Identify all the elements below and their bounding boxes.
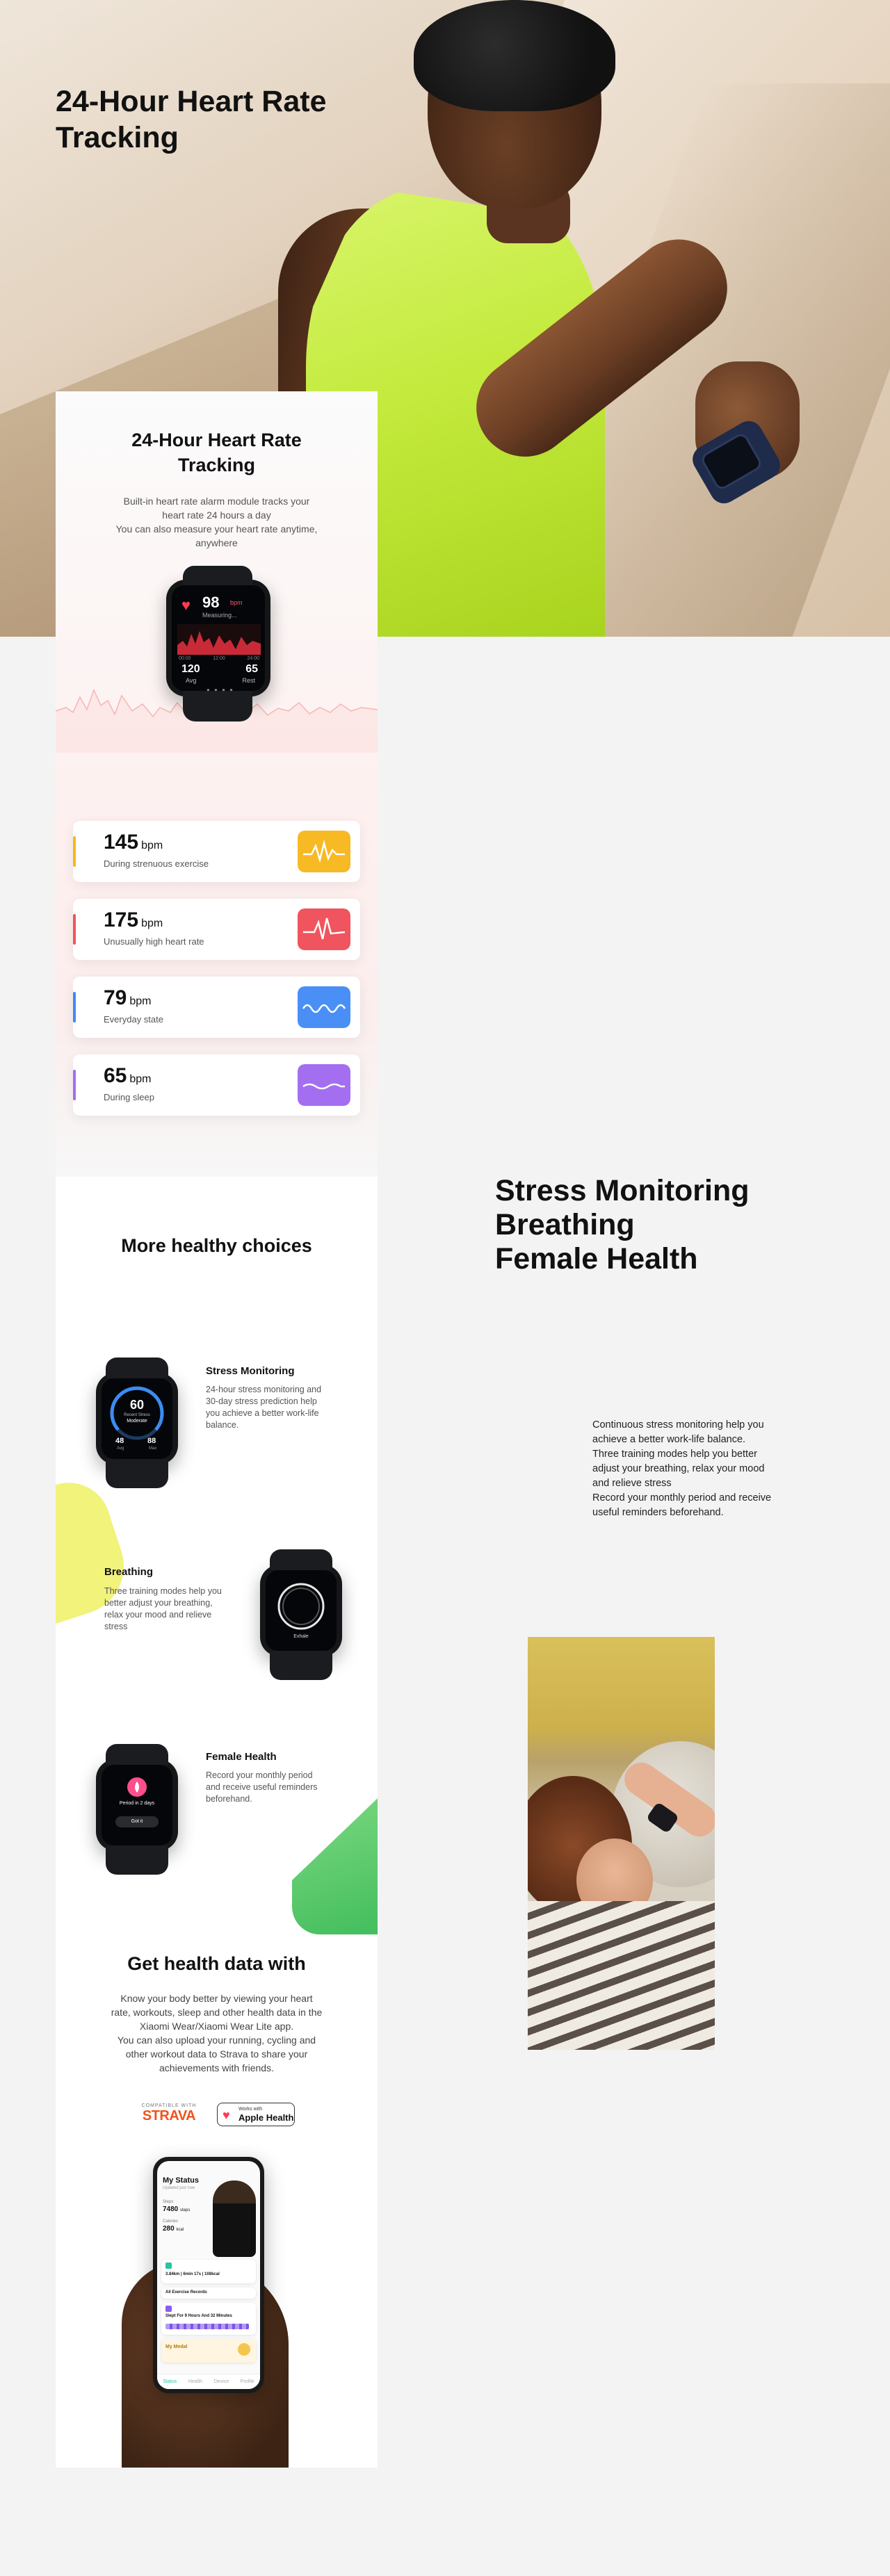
heart-rate-title: 24-Hour Heart Rate Tracking [131,430,302,475]
watch-breathing: Exhale [260,1549,342,1680]
run-icon [165,2263,172,2269]
watch-stat-labels: Avg Rest [186,677,255,684]
tab-health[interactable]: Health [188,2379,202,2384]
watch-time-axis: 00:00 12:00 24:00 [179,656,259,661]
phone-sleep-card[interactable]: Slept For 9 Hours And 32 Minutes [161,2303,256,2335]
phone-screen: My Status Updated just now Steps 7480 st… [157,2161,260,2389]
female-feature-text: Record your monthly period and receive u… [206,1770,318,1804]
watch-female-health: Period in 2 days Got it [96,1744,178,1875]
phone-records-card[interactable]: All Exercise Records [161,2288,256,2299]
watch-hr-unit: bpm [230,599,243,606]
watch-hr-graph [177,624,261,655]
right-feature-text: Continuous stress monitoring help you ac… [592,1419,772,1518]
watch-stats: 120 65 [181,663,258,675]
sleeping-woman-photo [528,1637,715,2050]
healthy-choices-title: More healthy choices [121,1235,312,1256]
phone-tab-bar: Status Health Device Profile [157,2374,260,2389]
watch-strap-bottom [183,690,252,722]
hr-row-exercise: 145 bpm During strenuous exercise [73,821,360,882]
tab-status[interactable]: Status [163,2379,177,2384]
phone-user-photo [213,2180,256,2257]
right-feature-title: Stress Monitoring Breathing Female Healt… [495,1174,750,1275]
sleep-chart [165,2324,249,2329]
watch-page-dots: ● ● ● ● [207,687,234,691]
everyday-wave-icon [298,986,350,1028]
phone-run-card[interactable]: 3.84km | 6min 17s | 108kcal [161,2260,256,2283]
high-hr-wave-icon [298,908,350,950]
health-data-title: Get health data with [127,1953,306,1974]
watch-screen: ♥ 98 bpm Measuring... 00:00 12:00 24:00 … [172,585,265,691]
hr-row-sleep: 65 bpm During sleep [73,1054,360,1116]
stress-feature-title: Stress Monitoring [206,1365,295,1377]
apple-health-heart-icon: ♥ [222,2108,230,2122]
heart-icon: ♥ [181,596,191,614]
stress-feature-text: 24-hour stress monitoring and 30-day str… [206,1385,322,1430]
female-feature-title: Female Health [206,1751,277,1763]
heart-rate-description: Built-in heart rate alarm module tracks … [115,496,318,548]
apple-health-badge: ♥ Works with Apple Health [217,2103,295,2126]
tab-profile[interactable]: Profile [241,2379,254,2384]
health-data-description: Know your body better by viewing your he… [111,1993,323,2073]
hr-row-high: 175 bpm Unusually high heart rate [73,899,360,960]
watch-hr-value: 98 [202,594,220,611]
watch-strap-top [183,566,252,587]
sleep-icon [165,2306,172,2312]
hero-title: 24-Hour Heart Rate Tracking [56,85,327,154]
strava-badge: COMPATIBLE WITH STRAVA [141,2103,197,2123]
sleep-wave-icon [298,1064,350,1106]
watch-stress: 60 Recent Stress Moderate 48 88 Avg Max [96,1358,178,1488]
phone-app-mockup: My Status Updated just now Steps 7480 st… [153,2157,264,2393]
breathing-feature-title: Breathing [104,1566,154,1578]
medal-icon [238,2343,250,2356]
watch-heart-rate: ♥ 98 bpm Measuring... 00:00 12:00 24:00 … [166,566,270,722]
exercise-wave-icon [298,831,350,872]
hr-row-everyday: 79 bpm Everyday state [73,977,360,1038]
watch-hr-status: Measuring... [202,612,237,619]
phone-medal-card[interactable]: My Medal [161,2339,256,2363]
feature-card: 24-Hour Heart Rate Tracking Built-in hea… [56,391,378,2468]
breathing-feature-text: Three training modes help you better adj… [104,1586,222,1631]
tab-device[interactable]: Device [214,2379,229,2384]
